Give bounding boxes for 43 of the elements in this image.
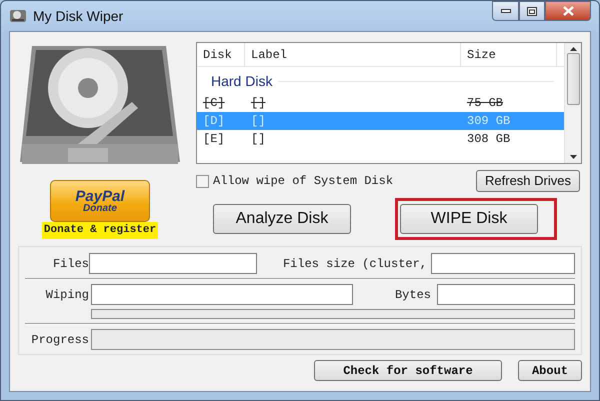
close-button[interactable]	[545, 1, 591, 21]
minimize-button[interactable]	[492, 1, 519, 21]
bytes-field[interactable]	[437, 284, 575, 305]
vertical-scrollbar[interactable]	[564, 43, 581, 163]
table-cell-text: 309 GB	[466, 113, 512, 130]
donate-caption[interactable]: Donate & register	[42, 222, 158, 238]
table-cell-text: 75 GB	[466, 95, 504, 112]
field-label: Progress	[30, 332, 89, 348]
maximize-button[interactable]	[519, 1, 545, 21]
hard-drive-icon	[9, 8, 27, 24]
scroll-down-icon[interactable]	[570, 155, 576, 159]
window-title: My Disk Wiper	[33, 6, 124, 26]
group-heading: Hard Disk	[211, 72, 272, 91]
table-cell-text: [C]	[202, 95, 226, 112]
close-icon	[562, 6, 574, 16]
table-cell-text: [E]	[202, 131, 226, 148]
table-cell-text: []	[250, 95, 266, 112]
action-button[interactable]: Analyze Disk	[213, 204, 351, 234]
footer-button[interactable]: About	[518, 360, 582, 381]
wiping-field[interactable]	[91, 284, 353, 305]
table-cell-text: 308 GB	[466, 131, 512, 148]
table-cell-text: []	[250, 113, 266, 130]
footer-button[interactable]: Check for software	[314, 360, 502, 381]
checkbox-label: Allow wipe of System Disk	[213, 173, 394, 190]
system-disk-checkbox[interactable]	[196, 174, 209, 188]
field-label: Wiping	[44, 286, 89, 304]
files-field[interactable]	[89, 253, 257, 274]
paypal-donate-button[interactable]: PayPal Donate	[50, 180, 150, 222]
scroll-up-icon[interactable]	[570, 47, 576, 51]
refresh-drives-button[interactable]: Refresh Drives	[476, 170, 580, 192]
column-header[interactable]: Label	[245, 43, 461, 66]
action-button[interactable]: WIPE Disk	[400, 204, 538, 234]
column-header[interactable]: Size	[461, 43, 557, 66]
table-cell-text: []	[250, 131, 266, 148]
minimize-icon	[500, 9, 510, 13]
maximize-icon	[527, 6, 537, 16]
files-size-field[interactable]	[431, 253, 575, 274]
field-label: Bytes	[394, 286, 431, 304]
field-label: Files size (cluster,	[282, 256, 427, 272]
field-label: Files	[52, 256, 89, 272]
table-cell-text: [D]	[202, 113, 226, 130]
disk-row[interactable]: [E] [] 308 GB	[197, 130, 564, 148]
column-header[interactable]: Disk	[197, 43, 245, 66]
